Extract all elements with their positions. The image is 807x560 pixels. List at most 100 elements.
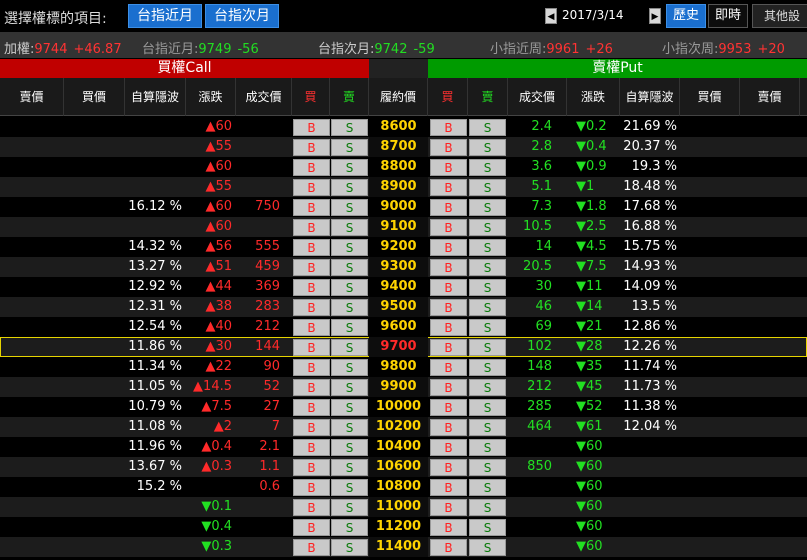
table-row[interactable]: 13.67 % ▲0.3 1.1 B S 10600 B S 850 ▼60 bbox=[0, 457, 807, 477]
put-sell-button[interactable]: S bbox=[469, 259, 506, 276]
table-row[interactable]: 11.86 % ▲30 144 B S 9700 B S 102 ▼28 12.26 % bbox=[0, 337, 807, 357]
call-buy-button[interactable]: B bbox=[293, 379, 330, 396]
call-buy-button[interactable]: B bbox=[293, 219, 330, 236]
tab-near-month[interactable]: 台指近月 bbox=[128, 4, 202, 28]
call-sell-button[interactable]: S bbox=[331, 179, 368, 196]
table-row[interactable]: 12.54 % ▲40 212 B S 9600 B S 69 ▼21 12.86 % bbox=[0, 317, 807, 337]
table-row[interactable]: ▼0.3 B S 11400 B S ▼60 bbox=[0, 537, 807, 557]
other-settings-button[interactable]: 其他設 bbox=[752, 4, 807, 28]
call-sell-button[interactable]: S bbox=[331, 479, 368, 496]
call-sell-button[interactable]: S bbox=[331, 199, 368, 216]
call-sell-button[interactable]: S bbox=[331, 159, 368, 176]
put-sell-button[interactable]: S bbox=[469, 179, 506, 196]
call-buy-button[interactable]: B bbox=[293, 519, 330, 536]
table-row[interactable]: ▲60 B S 8600 B S 2.4 ▼0.2 21.69 % bbox=[0, 117, 807, 137]
call-sell-button[interactable]: S bbox=[331, 379, 368, 396]
put-buy-button[interactable]: B bbox=[430, 519, 467, 536]
put-buy-button[interactable]: B bbox=[430, 499, 467, 516]
put-buy-button[interactable]: B bbox=[430, 399, 467, 416]
put-buy-button[interactable]: B bbox=[430, 319, 467, 336]
col-call-iv[interactable]: 自算隱波 bbox=[125, 78, 186, 116]
put-buy-button[interactable]: B bbox=[430, 119, 467, 136]
tab-next-month[interactable]: 台指次月 bbox=[205, 4, 279, 28]
call-sell-button[interactable]: S bbox=[331, 499, 368, 516]
call-buy-button[interactable]: B bbox=[293, 239, 330, 256]
put-buy-button[interactable]: B bbox=[430, 199, 467, 216]
table-row[interactable]: 11.08 % ▲2 7 B S 10200 B S 464 ▼61 12.04 % bbox=[0, 417, 807, 437]
put-sell-button[interactable]: S bbox=[469, 139, 506, 156]
put-sell-button[interactable]: S bbox=[469, 479, 506, 496]
call-buy-button[interactable]: B bbox=[293, 299, 330, 316]
call-sell-button[interactable]: S bbox=[331, 239, 368, 256]
put-buy-button[interactable]: B bbox=[430, 379, 467, 396]
put-sell-button[interactable]: S bbox=[469, 299, 506, 316]
call-buy-button[interactable]: B bbox=[293, 159, 330, 176]
put-sell-button[interactable]: S bbox=[469, 439, 506, 456]
call-sell-button[interactable]: S bbox=[331, 359, 368, 376]
call-sell-button[interactable]: S bbox=[331, 139, 368, 156]
table-row[interactable]: 12.92 % ▲44 369 B S 9400 B S 30 ▼11 14.09 % bbox=[0, 277, 807, 297]
call-sell-button[interactable]: S bbox=[331, 299, 368, 316]
call-sell-button[interactable]: S bbox=[331, 339, 368, 356]
col-call-volume[interactable]: 成交價 bbox=[236, 78, 292, 116]
put-buy-button[interactable]: B bbox=[430, 299, 467, 316]
table-row[interactable]: 12.31 % ▲38 283 B S 9500 B S 46 ▼14 13.5 % bbox=[0, 297, 807, 317]
put-sell-button[interactable]: S bbox=[469, 399, 506, 416]
put-sell-button[interactable]: S bbox=[469, 279, 506, 296]
call-sell-button[interactable]: S bbox=[331, 459, 368, 476]
put-buy-button[interactable]: B bbox=[430, 539, 467, 556]
table-row[interactable]: 15.2 % 0.6 B S 10800 B S ▼60 bbox=[0, 477, 807, 497]
put-buy-button[interactable]: B bbox=[430, 339, 467, 356]
table-row[interactable]: 11.34 % ▲22 90 B S 9800 B S 148 ▼35 11.74 % bbox=[0, 357, 807, 377]
call-sell-button[interactable]: S bbox=[331, 279, 368, 296]
table-row[interactable]: 11.96 % ▲0.4 2.1 B S 10400 B S ▼60 bbox=[0, 437, 807, 457]
col-call-bid[interactable]: 買價 bbox=[64, 78, 125, 116]
call-buy-button[interactable]: B bbox=[293, 139, 330, 156]
put-sell-button[interactable]: S bbox=[469, 319, 506, 336]
put-sell-button[interactable]: S bbox=[469, 339, 506, 356]
col-put-change[interactable]: 漲跌 bbox=[567, 78, 620, 116]
table-row[interactable]: ▲55 B S 8700 B S 2.8 ▼0.4 20.37 % bbox=[0, 137, 807, 157]
history-button[interactable]: 歷史 bbox=[666, 4, 706, 28]
put-buy-button[interactable]: B bbox=[430, 219, 467, 236]
put-buy-button[interactable]: B bbox=[430, 179, 467, 196]
col-put-bid[interactable]: 買價 bbox=[680, 78, 740, 116]
table-row[interactable]: 11.05 % ▲14.5 52 B S 9900 B S 212 ▼45 11.73 % bbox=[0, 377, 807, 397]
call-sell-button[interactable]: S bbox=[331, 119, 368, 136]
col-put-ask[interactable]: 賣價 bbox=[740, 78, 800, 116]
put-sell-button[interactable]: S bbox=[469, 159, 506, 176]
table-row[interactable]: 13.27 % ▲51 459 B S 9300 B S 20.5 ▼7.5 14.93 % bbox=[0, 257, 807, 277]
call-sell-button[interactable]: S bbox=[331, 259, 368, 276]
put-buy-button[interactable]: B bbox=[430, 259, 467, 276]
call-buy-button[interactable]: B bbox=[293, 339, 330, 356]
date-next-arrow-icon[interactable]: ▶ bbox=[649, 8, 661, 24]
call-buy-button[interactable]: B bbox=[293, 539, 330, 556]
col-put-volume[interactable]: 成交價 bbox=[508, 78, 567, 116]
put-sell-button[interactable]: S bbox=[469, 379, 506, 396]
put-buy-button[interactable]: B bbox=[430, 459, 467, 476]
call-buy-button[interactable]: B bbox=[293, 119, 330, 136]
table-row[interactable]: ▲60 B S 9100 B S 10.5 ▼2.5 16.88 % bbox=[0, 217, 807, 237]
call-buy-button[interactable]: B bbox=[293, 419, 330, 436]
call-buy-button[interactable]: B bbox=[293, 479, 330, 496]
call-sell-button[interactable]: S bbox=[331, 399, 368, 416]
call-buy-button[interactable]: B bbox=[293, 359, 330, 376]
col-call-change[interactable]: 漲跌 bbox=[186, 78, 236, 116]
call-buy-button[interactable]: B bbox=[293, 279, 330, 296]
call-buy-button[interactable]: B bbox=[293, 259, 330, 276]
put-buy-button[interactable]: B bbox=[430, 279, 467, 296]
call-sell-button[interactable]: S bbox=[331, 419, 368, 436]
put-sell-button[interactable]: S bbox=[469, 219, 506, 236]
table-row[interactable]: 10.79 % ▲7.5 27 B S 10000 B S 285 ▼52 11.38 % bbox=[0, 397, 807, 417]
call-sell-button[interactable]: S bbox=[331, 539, 368, 556]
call-buy-button[interactable]: B bbox=[293, 319, 330, 336]
col-call-ask[interactable]: 賣價 bbox=[0, 78, 64, 116]
table-row[interactable]: ▼0.1 B S 11000 B S ▼60 bbox=[0, 497, 807, 517]
call-buy-button[interactable]: B bbox=[293, 439, 330, 456]
put-buy-button[interactable]: B bbox=[430, 239, 467, 256]
put-sell-button[interactable]: S bbox=[469, 539, 506, 556]
table-row[interactable]: ▲55 B S 8900 B S 5.1 ▼1 18.48 % bbox=[0, 177, 807, 197]
put-buy-button[interactable]: B bbox=[430, 139, 467, 156]
call-buy-button[interactable]: B bbox=[293, 499, 330, 516]
table-row[interactable]: ▼0.4 B S 11200 B S ▼60 bbox=[0, 517, 807, 537]
